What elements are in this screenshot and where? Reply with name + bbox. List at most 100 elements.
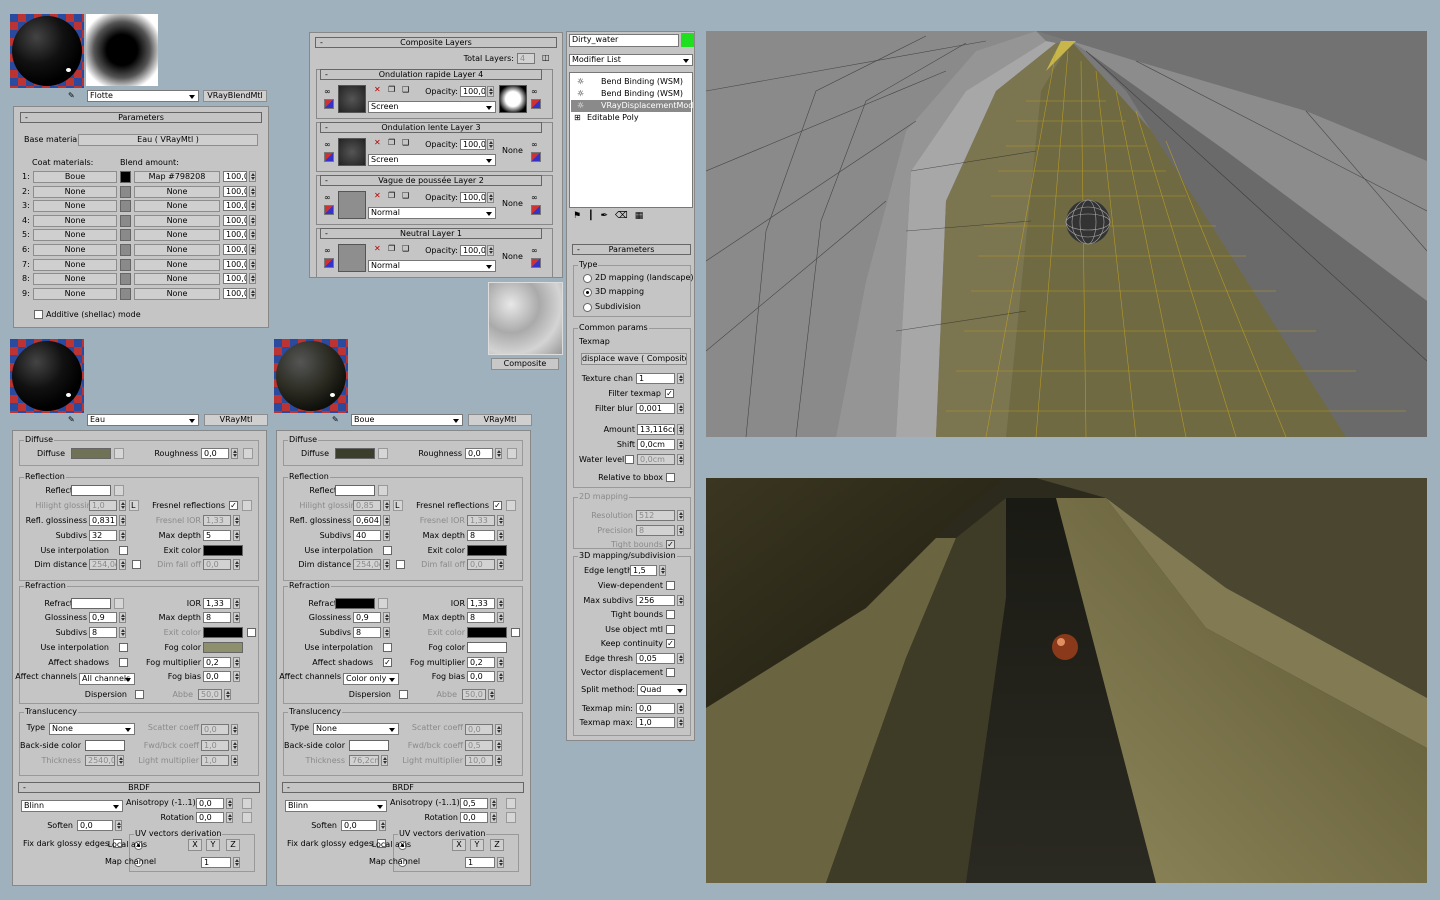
axis-x-button[interactable]: X — [188, 839, 202, 851]
color-correct-icon[interactable] — [324, 152, 334, 162]
edge-length-field[interactable]: 1,5 — [630, 565, 657, 576]
refr-subdivs-field-spinner[interactable] — [383, 627, 390, 638]
refr-exit-color-checkbox[interactable] — [247, 628, 256, 637]
mask-visibility-icon[interactable]: ∞ — [531, 140, 538, 149]
mask-none-label[interactable]: None — [502, 252, 523, 262]
fog-bias-field-spinner[interactable] — [497, 671, 504, 682]
ior-field-spinner[interactable] — [233, 598, 240, 609]
refr-exit-color-swatch[interactable] — [203, 627, 243, 638]
fresnel-ior-field-spinner[interactable] — [497, 515, 504, 526]
water-level-checkbox[interactable] — [625, 455, 634, 464]
rotation-field[interactable]: 0,0 — [460, 812, 488, 823]
blend-amount-map-button[interactable]: None — [134, 229, 220, 242]
blend-amount-field[interactable]: 100,0 — [223, 244, 247, 255]
reflect-color-map-button[interactable] — [378, 485, 388, 496]
duplicate-layer-icon[interactable]: ❑ — [402, 191, 409, 200]
diffuse-color[interactable] — [335, 448, 375, 459]
scatter-coeff-field[interactable]: 0,0 — [465, 724, 493, 735]
eyedropper-icon[interactable]: ✎ — [68, 91, 75, 100]
blend-amount-spinner[interactable] — [249, 200, 256, 212]
fresnel-checkbox[interactable]: ✓ — [229, 501, 238, 510]
tight-bounds-2d-checkbox[interactable]: ✓ — [666, 540, 675, 549]
mtl-preview-swatch[interactable] — [274, 339, 348, 413]
vector-displacement-checkbox[interactable] — [666, 668, 675, 677]
relative-bbox-checkbox[interactable] — [666, 473, 675, 482]
dim-fall-off-field[interactable]: 0,0 — [203, 559, 231, 570]
eyedropper-icon[interactable]: ✎ — [68, 415, 75, 424]
affect-channels-dropdown[interactable]: Color only — [343, 673, 399, 685]
fwd-bck-coeff-field[interactable]: 1,0 — [201, 740, 229, 751]
roughness-map-button[interactable] — [243, 448, 253, 459]
reflect-color[interactable] — [335, 485, 375, 496]
use-object-mtl-checkbox[interactable] — [666, 625, 675, 634]
refl-glossiness-field-spinner[interactable] — [119, 515, 126, 526]
axis-z-button[interactable]: Z — [490, 839, 504, 851]
visibility-icon[interactable]: ∞ — [324, 193, 331, 202]
coat-color-swatch[interactable] — [120, 200, 131, 213]
shift-spinner[interactable] — [677, 439, 684, 450]
refr-max-depth-field[interactable]: 8 — [203, 612, 231, 623]
dispersion-checkbox[interactable] — [135, 690, 144, 699]
affect-shadows-checkbox[interactable]: ✓ — [383, 658, 392, 667]
filter-blur-field[interactable]: 0,001 — [636, 403, 675, 414]
layer-map-thumbnail[interactable] — [338, 191, 366, 219]
precision-spinner[interactable] — [677, 525, 684, 536]
subdivs-field[interactable]: 40 — [353, 530, 381, 541]
type-sub-radio[interactable] — [583, 303, 592, 312]
blend-amount-field[interactable]: 100,0 — [223, 200, 247, 212]
anisotropy-field[interactable]: 0,0 — [196, 798, 224, 809]
texmap-min-field[interactable]: 0,0 — [636, 703, 675, 714]
edge-thresh-field[interactable]: 0,05 — [636, 653, 675, 664]
fresnel-ior-field-spinner[interactable] — [233, 515, 240, 526]
use-interpolation-checkbox[interactable] — [383, 546, 392, 555]
color-correct-icon[interactable] — [324, 99, 334, 109]
coat-color-swatch[interactable] — [120, 214, 131, 227]
blend-amount-spinner[interactable] — [249, 185, 256, 197]
soften-field[interactable]: 0,0 — [77, 820, 113, 831]
blend-amount-field[interactable]: 100,0 — [223, 229, 247, 241]
roughness-field[interactable]: 0,0 — [201, 448, 229, 459]
blend-amount-field[interactable]: 100,0 — [223, 185, 247, 197]
refr-subdivs-field-spinner[interactable] — [119, 627, 126, 638]
abbe-field[interactable]: 50,0 — [462, 689, 486, 700]
dim-distance-field-spinner[interactable] — [383, 559, 390, 570]
shift-field[interactable]: 0,0cm — [637, 439, 675, 450]
blend-amount-spinner[interactable] — [249, 244, 256, 255]
affect-shadows-checkbox[interactable] — [119, 658, 128, 667]
fresnel-ior-field[interactable]: 1,33 — [467, 515, 495, 526]
texture-chan-spinner[interactable] — [677, 373, 684, 384]
map-channel-field[interactable]: 1 — [465, 857, 495, 868]
dim-distance-field-spinner[interactable] — [119, 559, 126, 570]
fwd-bck-coeff-field[interactable]: 0,5 — [465, 740, 493, 751]
blend-mode-dropdown[interactable]: Normal — [368, 207, 496, 219]
rotation-map-button[interactable] — [242, 812, 252, 823]
edge-thresh-spinner[interactable] — [677, 653, 684, 664]
diffuse-color-map-button[interactable] — [378, 448, 388, 459]
glossiness-field[interactable]: 0,9 — [89, 612, 117, 623]
refr-max-depth-field-spinner[interactable] — [497, 612, 504, 623]
eyedropper-icon[interactable]: ✎ — [332, 415, 339, 424]
texmap-button[interactable]: displace wave ( Composite ) — [581, 353, 687, 365]
blend-amount-map-button[interactable]: None — [134, 273, 220, 286]
mask-color-correct-icon[interactable] — [531, 205, 541, 215]
blend-amount-map-button[interactable]: None — [134, 287, 220, 300]
blend-mtl-name-field[interactable]: Flotte — [87, 90, 199, 102]
scatter-coeff-field-spinner[interactable] — [495, 724, 502, 735]
blend-amount-field[interactable]: 100,0 — [223, 171, 247, 182]
visibility-icon[interactable]: ∞ — [324, 87, 331, 96]
coat-color-swatch[interactable] — [120, 185, 131, 198]
rotation-field-spinner[interactable] — [226, 812, 233, 823]
layer-header[interactable]: - Ondulation rapide Layer 4 — [320, 69, 542, 80]
use-interpolation-checkbox[interactable] — [119, 546, 128, 555]
blend-amount-spinner[interactable] — [249, 287, 256, 299]
refl-glossiness-field[interactable]: 0,604 — [353, 515, 381, 526]
opacity-spinner[interactable] — [487, 245, 494, 256]
collapse-icon[interactable]: - — [325, 70, 328, 79]
modifier-stack-item[interactable]: ☼ Bend Binding (WSM) — [571, 76, 691, 88]
base-material-button[interactable]: Eau ( VRayMtl ) — [78, 134, 258, 146]
exit-color-swatch[interactable] — [203, 545, 243, 556]
max-depth-field[interactable]: 5 — [203, 530, 231, 541]
anisotropy-map-button[interactable] — [242, 798, 252, 809]
mask-visibility-icon[interactable]: ∞ — [531, 87, 538, 96]
ior-field-spinner[interactable] — [497, 598, 504, 609]
